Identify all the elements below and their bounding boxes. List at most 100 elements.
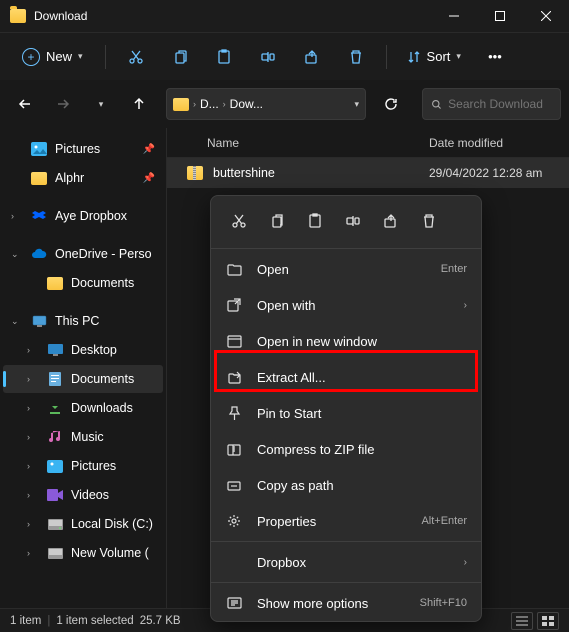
column-name[interactable]: Name bbox=[167, 136, 429, 150]
ctx-label: Dropbox bbox=[257, 555, 450, 570]
ctx-show-more[interactable]: Show more options Shift+F10 bbox=[211, 585, 481, 621]
expand-icon[interactable]: › bbox=[27, 490, 30, 500]
details-view-button[interactable] bbox=[511, 612, 533, 630]
close-button[interactable] bbox=[523, 0, 569, 32]
ctx-extract-all[interactable]: Extract All... bbox=[211, 359, 481, 395]
maximize-button[interactable] bbox=[477, 0, 523, 32]
selection-size: 25.7 KB bbox=[140, 615, 181, 627]
shortcut: Alt+Enter bbox=[421, 515, 467, 527]
sidebar-item-localdisk[interactable]: › Local Disk (C:) bbox=[3, 510, 163, 538]
video-icon bbox=[47, 487, 63, 503]
expand-icon[interactable]: › bbox=[27, 403, 30, 413]
sidebar-label: Documents bbox=[71, 276, 134, 290]
ctx-label: Copy as path bbox=[257, 478, 467, 493]
collapse-icon[interactable]: ⌄ bbox=[11, 249, 19, 260]
copy-button[interactable] bbox=[160, 39, 200, 75]
sidebar-item-videos[interactable]: › Videos bbox=[3, 481, 163, 509]
separator bbox=[211, 582, 481, 583]
sidebar-item-thispc[interactable]: ⌄ This PC bbox=[3, 307, 163, 335]
chevron-right-icon: › bbox=[223, 99, 226, 109]
column-date[interactable]: Date modified bbox=[429, 136, 569, 150]
sidebar-item-pictures[interactable]: › Pictures bbox=[3, 452, 163, 480]
rename-button[interactable] bbox=[335, 204, 371, 238]
ctx-pin-start[interactable]: Pin to Start bbox=[211, 395, 481, 431]
ctx-copy-path[interactable]: Copy as path bbox=[211, 467, 481, 503]
window-title: Download bbox=[34, 9, 87, 23]
back-button[interactable] bbox=[8, 87, 42, 121]
separator bbox=[211, 248, 481, 249]
sidebar-item-downloads[interactable]: › Downloads bbox=[3, 394, 163, 422]
cut-button[interactable] bbox=[221, 204, 257, 238]
delete-button[interactable] bbox=[411, 204, 447, 238]
collapse-icon[interactable]: ⌄ bbox=[11, 316, 19, 327]
sidebar-item-dropbox[interactable]: › Aye Dropbox bbox=[3, 202, 163, 230]
sidebar-item-alphr[interactable]: Alphr 📌 bbox=[3, 164, 163, 192]
ctx-properties[interactable]: Properties Alt+Enter bbox=[211, 503, 481, 539]
rename-button[interactable] bbox=[248, 39, 288, 75]
expand-icon[interactable]: › bbox=[27, 548, 30, 558]
refresh-button[interactable] bbox=[374, 87, 408, 121]
expand-icon[interactable]: › bbox=[11, 211, 14, 221]
sort-button[interactable]: Sort ▾ bbox=[397, 43, 471, 70]
more-button[interactable]: ••• bbox=[475, 39, 515, 75]
copy-button[interactable] bbox=[259, 204, 295, 238]
cut-button[interactable] bbox=[116, 39, 156, 75]
sidebar-label: Documents bbox=[71, 372, 134, 386]
sort-label: Sort bbox=[427, 49, 451, 64]
expand-icon[interactable]: › bbox=[27, 432, 30, 442]
search-box[interactable] bbox=[422, 88, 561, 120]
address-bar[interactable]: › D... › Dow... ▾ bbox=[166, 88, 366, 120]
open-with-icon bbox=[225, 298, 243, 312]
zip-icon bbox=[187, 166, 203, 180]
window-icon bbox=[225, 335, 243, 348]
expand-icon[interactable]: › bbox=[27, 345, 30, 355]
sidebar-item-pictures[interactable]: Pictures 📌 bbox=[3, 135, 163, 163]
context-quick-actions bbox=[211, 196, 481, 246]
forward-button[interactable] bbox=[46, 87, 80, 121]
new-button[interactable]: + New ▾ bbox=[10, 42, 95, 72]
chevron-down-icon[interactable]: ▾ bbox=[354, 99, 359, 110]
sidebar-label: This PC bbox=[55, 314, 99, 328]
ctx-compress[interactable]: Compress to ZIP file bbox=[211, 431, 481, 467]
ctx-open[interactable]: Open Enter bbox=[211, 251, 481, 287]
sidebar-label: Pictures bbox=[55, 142, 100, 156]
ctx-dropbox[interactable]: Dropbox › bbox=[211, 544, 481, 580]
expand-icon[interactable]: › bbox=[27, 374, 30, 384]
chevron-down-icon: ▾ bbox=[456, 51, 461, 62]
ctx-label: Compress to ZIP file bbox=[257, 442, 467, 457]
paste-button[interactable] bbox=[297, 204, 333, 238]
expand-icon[interactable]: › bbox=[27, 461, 30, 471]
file-row[interactable]: buttershine 29/04/2022 12:28 am bbox=[167, 158, 569, 188]
search-input[interactable] bbox=[448, 97, 552, 111]
sidebar-item-documents[interactable]: Documents bbox=[3, 269, 163, 297]
sidebar-item-music[interactable]: › Music bbox=[3, 423, 163, 451]
sidebar-item-documents[interactable]: › Documents bbox=[3, 365, 163, 393]
document-icon bbox=[47, 371, 63, 387]
breadcrumb[interactable]: D... bbox=[200, 97, 219, 111]
minimize-button[interactable] bbox=[431, 0, 477, 32]
up-button[interactable] bbox=[122, 87, 156, 121]
chevron-right-icon: › bbox=[464, 557, 467, 568]
thumbnails-view-button[interactable] bbox=[537, 612, 559, 630]
ctx-new-window[interactable]: Open in new window bbox=[211, 323, 481, 359]
sidebar-label: Downloads bbox=[71, 401, 133, 415]
search-icon bbox=[431, 98, 442, 111]
recent-button[interactable]: ▾ bbox=[84, 87, 118, 121]
shortcut: Enter bbox=[441, 263, 467, 275]
delete-button[interactable] bbox=[336, 39, 376, 75]
sidebar-item-desktop[interactable]: › Desktop bbox=[3, 336, 163, 364]
breadcrumb[interactable]: Dow... bbox=[230, 97, 263, 111]
ctx-open-with[interactable]: Open with › bbox=[211, 287, 481, 323]
column-headers: Name Date modified bbox=[167, 128, 569, 158]
ctx-label: Open in new window bbox=[257, 334, 467, 349]
sidebar-label: Alphr bbox=[55, 171, 84, 185]
paste-button[interactable] bbox=[204, 39, 244, 75]
share-button[interactable] bbox=[292, 39, 332, 75]
ctx-label: Open bbox=[257, 262, 427, 277]
ctx-label: Extract All... bbox=[257, 370, 467, 385]
sidebar-item-onedrive[interactable]: ⌄ OneDrive - Perso bbox=[3, 240, 163, 268]
zip-icon bbox=[225, 443, 243, 456]
expand-icon[interactable]: › bbox=[27, 519, 30, 529]
sidebar-item-newvolume[interactable]: › New Volume ( bbox=[3, 539, 163, 567]
share-button[interactable] bbox=[373, 204, 409, 238]
